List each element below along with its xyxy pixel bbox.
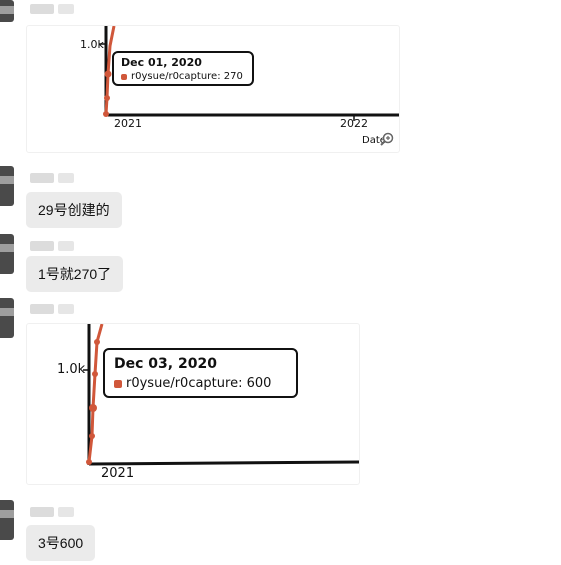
tooltip-row: r0ysue/r0capture : 600 (114, 374, 287, 394)
avatar[interactable] (0, 0, 14, 22)
chart-screenshot[interactable]: 1.0k 2021 Dec 03, 2020 r0ysue/r0capture … (26, 323, 360, 485)
tooltip-date: Dec 03, 2020 (114, 356, 217, 372)
data-point (86, 459, 92, 465)
avatar[interactable] (0, 166, 14, 206)
series-swatch (121, 74, 127, 80)
x-tick-label: 2022 (340, 117, 368, 130)
data-point (104, 70, 112, 78)
data-point (94, 339, 100, 345)
x-axis (88, 460, 359, 466)
chart-tooltip: Dec 03, 2020 r0ysue/r0capture : 600 (103, 348, 298, 398)
data-point (104, 95, 110, 101)
tooltip-series: r0ysue/r0capture (131, 71, 218, 82)
data-point (103, 111, 109, 117)
y-tick-label: 1.0k (57, 362, 86, 377)
message-bubble[interactable]: 1号就270了 (26, 256, 124, 292)
data-point (89, 404, 97, 412)
tooltip-colon: : (238, 376, 247, 391)
sender-name (30, 304, 74, 314)
tooltip-series: r0ysue/r0capture (126, 376, 239, 391)
sender-name (30, 4, 74, 14)
message-bubble[interactable]: 29号创建的 (26, 192, 122, 228)
tooltip-value: 600 (246, 376, 272, 391)
magnifier-plus-icon[interactable] (380, 132, 394, 146)
avatar[interactable] (0, 298, 14, 338)
series-line (87, 324, 104, 463)
chart-tooltip: Dec 01, 2020 r0ysue/r0capture : 270 (112, 51, 254, 86)
data-point (92, 371, 98, 377)
tooltip-row: r0ysue/r0capture : 270 (121, 70, 245, 84)
avatar[interactable] (0, 234, 14, 274)
y-tick-label: 1.0k (80, 38, 104, 51)
tooltip-date: Dec 01, 2020 (121, 56, 202, 69)
avatar[interactable] (0, 500, 14, 540)
sender-name (30, 173, 74, 183)
tooltip-value: 270 (223, 71, 243, 82)
chart-screenshot[interactable]: 1.0k 2021 2022 Date Dec 01, 2020 r0ysue/… (26, 25, 400, 153)
series-swatch (114, 380, 122, 388)
message-bubble[interactable]: 3号600 (26, 525, 96, 561)
x-tick-label: 2021 (101, 466, 135, 481)
x-tick-label: 2021 (114, 117, 142, 130)
sender-name (30, 241, 74, 251)
sender-name (30, 507, 74, 517)
data-point (89, 433, 95, 439)
